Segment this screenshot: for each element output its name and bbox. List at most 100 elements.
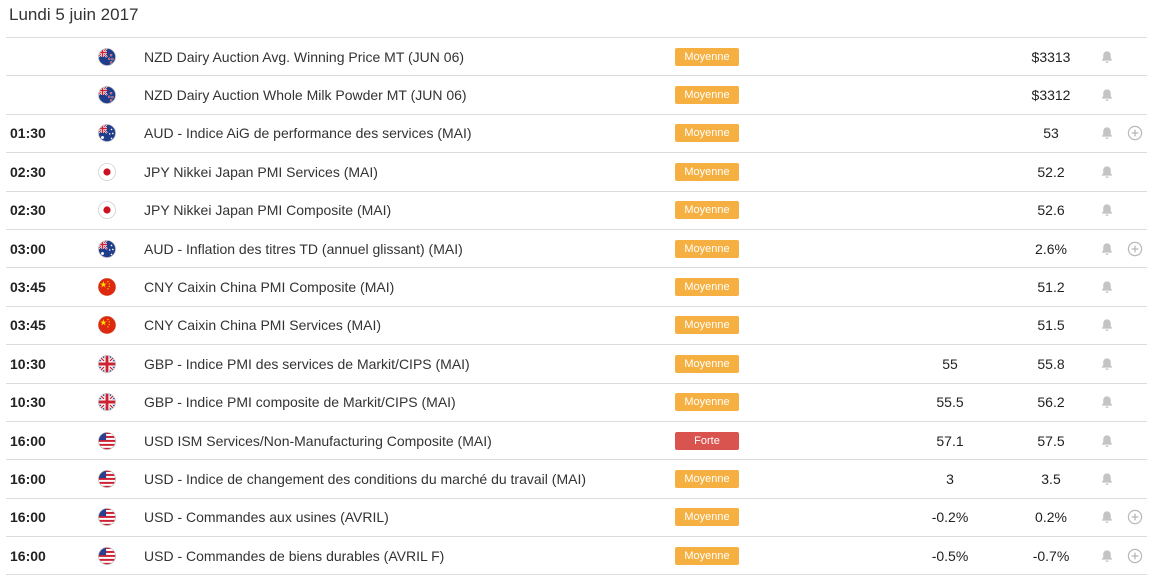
actual-value (920, 153, 980, 190)
table-row[interactable]: 10:30 GBP - Indice PMI des services de Ma… (6, 345, 1147, 384)
event-time: 16:00 (10, 547, 46, 564)
event-name[interactable]: USD - Commandes de biens durables (AVRIL… (144, 537, 444, 574)
table-row[interactable]: 02:30 JPY Nikkei Japan PMI Services (MAI)… (6, 153, 1147, 192)
actual-value: 3 (946, 470, 954, 487)
table-row[interactable]: 03:45 CNY Caixin China PMI Composite (MAI… (6, 268, 1147, 307)
event-time: 03:00 (10, 240, 46, 257)
event-name[interactable]: USD ISM Services/Non-Manufacturing Compo… (144, 422, 492, 459)
bell-icon[interactable] (1099, 230, 1115, 267)
forecast-value: 53 (1043, 125, 1059, 142)
bell-icon[interactable] (1099, 192, 1115, 229)
event-name[interactable]: NZD Dairy Auction Whole Milk Powder MT (… (144, 76, 467, 113)
au-flag-icon (97, 115, 117, 152)
table-row[interactable]: 02:30 JPY Nikkei Japan PMI Composite (MAI… (6, 192, 1147, 230)
forecast-value: 51.5 (1037, 317, 1065, 334)
event-name[interactable]: GBP - Indice PMI des services de Markit/… (144, 345, 470, 382)
event-time: 01:30 (10, 125, 46, 142)
event-time: 03:45 (10, 317, 46, 334)
impact-cell: Moyenne (675, 38, 739, 75)
add-circle-icon[interactable] (1127, 115, 1143, 152)
date-title: Lundi 5 juin 2017 (9, 5, 139, 24)
bell-icon[interactable] (1099, 384, 1115, 421)
bell-icon[interactable] (1099, 307, 1115, 344)
table-row[interactable]: 01:30 AUD - Indice AiG de performance des… (6, 115, 1147, 154)
impact-badge: Moyenne (675, 201, 739, 220)
event-name[interactable]: USD - Indice de changement des condition… (144, 460, 586, 497)
bell-icon[interactable] (1099, 499, 1115, 536)
bell-icon[interactable] (1099, 115, 1115, 152)
bell-icon[interactable] (1099, 268, 1115, 305)
event-name[interactable]: GBP - Indice PMI composite de Markit/CIP… (144, 384, 456, 421)
event-name[interactable]: JPY Nikkei Japan PMI Composite (MAI) (144, 192, 391, 229)
table-row[interactable]: 10:30 GBP - Indice PMI composite de Marki… (6, 384, 1147, 422)
actual-value (920, 307, 980, 344)
impact-cell: Moyenne (675, 153, 739, 190)
impact-badge: Moyenne (675, 86, 739, 105)
table-row[interactable]: 03:00 AUD - Inflation des titres TD (annu… (6, 230, 1147, 269)
table-row[interactable]: 16:00 USD - Indice de changement des cond… (6, 460, 1147, 499)
impact-badge: Moyenne (675, 546, 739, 565)
impact-badge: Moyenne (675, 469, 739, 488)
impact-cell: Moyenne (675, 307, 739, 344)
actual-value: -0.5% (931, 547, 969, 564)
event-name[interactable]: CNY Caixin China PMI Composite (MAI) (144, 268, 394, 305)
table-row[interactable]: 16:00 USD ISM Services/Non-Manufacturing … (6, 422, 1147, 461)
us-flag-icon (97, 460, 117, 497)
cn-flag-icon (97, 268, 117, 305)
impact-cell: Moyenne (675, 76, 739, 113)
event-time: 02:30 (10, 202, 46, 219)
forecast-value: 52.6 (1037, 202, 1065, 219)
impact-badge: Moyenne (675, 47, 739, 66)
event-name[interactable]: CNY Caixin China PMI Services (MAI) (144, 307, 381, 344)
actual-value (920, 115, 980, 152)
impact-cell: Moyenne (675, 268, 739, 305)
forecast-value: 57.5 (1037, 432, 1065, 449)
actual-value (920, 192, 980, 229)
table-row[interactable]: 03:45 CNY Caixin China PMI Services (MAI)… (6, 307, 1147, 346)
impact-cell: Moyenne (675, 115, 739, 152)
forecast-value: -0.7% (1032, 547, 1070, 564)
bell-icon[interactable] (1099, 422, 1115, 459)
event-time: 03:45 (10, 279, 46, 296)
event-time: 10:30 (10, 394, 46, 411)
forecast-value: $3313 (1031, 48, 1071, 65)
jp-flag-icon (97, 192, 117, 229)
table-row[interactable]: NZD Dairy Auction Avg. Winning Price MT … (6, 38, 1147, 77)
us-flag-icon (97, 537, 117, 574)
event-name[interactable]: USD - Commandes aux usines (AVRIL) (144, 499, 389, 536)
cn-flag-icon (97, 307, 117, 344)
actual-value (920, 268, 980, 305)
impact-badge: Moyenne (675, 162, 739, 181)
event-name[interactable]: JPY Nikkei Japan PMI Services (MAI) (144, 153, 378, 190)
bell-icon[interactable] (1099, 153, 1115, 190)
event-name[interactable]: AUD - Indice AiG de performance des serv… (144, 115, 472, 152)
event-name[interactable]: AUD - Inflation des titres TD (annuel gl… (144, 230, 463, 267)
bell-icon[interactable] (1099, 76, 1115, 113)
au-flag-icon (97, 230, 117, 267)
gb-flag-icon (97, 345, 117, 382)
us-flag-icon (97, 499, 117, 536)
add-circle-icon[interactable] (1127, 537, 1143, 574)
impact-cell: Moyenne (675, 537, 739, 574)
add-circle-icon[interactable] (1127, 230, 1143, 267)
nz-flag-icon (97, 38, 117, 75)
bell-icon[interactable] (1099, 537, 1115, 574)
forecast-value: 52.2 (1037, 163, 1065, 180)
bell-icon[interactable] (1099, 460, 1115, 497)
impact-badge: Moyenne (675, 508, 739, 527)
impact-cell: Moyenne (675, 230, 739, 267)
table-row[interactable]: 16:00 USD - Commandes de biens durables (… (6, 537, 1147, 576)
forecast-value: 55.8 (1037, 355, 1065, 372)
add-circle-icon[interactable] (1127, 499, 1143, 536)
event-name[interactable]: NZD Dairy Auction Avg. Winning Price MT … (144, 38, 464, 75)
table-row[interactable]: 16:00 USD - Commandes aux usines (AVRIL) M… (6, 499, 1147, 538)
impact-badge: Moyenne (675, 239, 739, 258)
forecast-value: 3.5 (1041, 470, 1061, 487)
actual-value: -0.2% (931, 509, 969, 526)
forecast-value: 2.6% (1035, 240, 1067, 257)
impact-badge: Moyenne (675, 124, 739, 143)
bell-icon[interactable] (1099, 345, 1115, 382)
impact-cell: Forte (675, 422, 739, 459)
table-row[interactable]: NZD Dairy Auction Whole Milk Powder MT (… (6, 76, 1147, 115)
bell-icon[interactable] (1099, 38, 1115, 75)
